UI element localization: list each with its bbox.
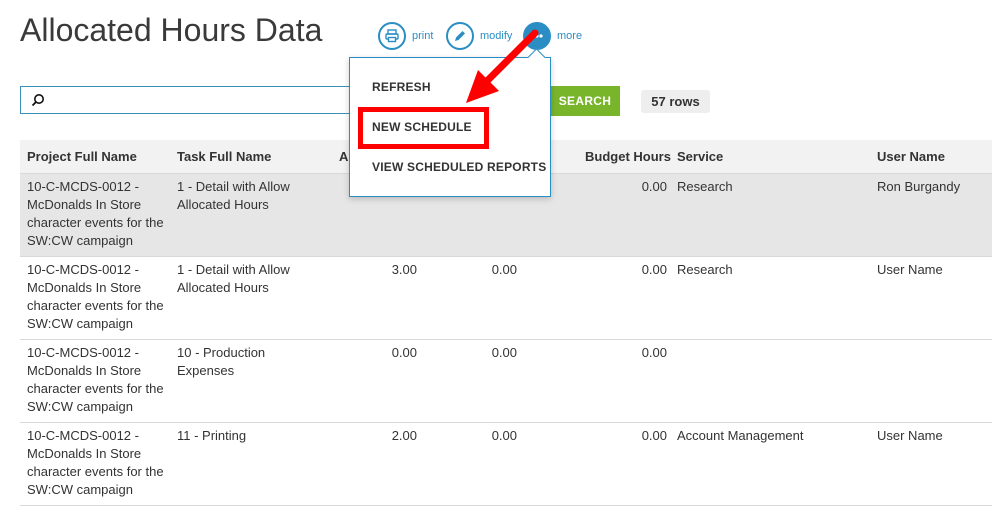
header-user[interactable]: User Name <box>877 149 945 164</box>
header-service[interactable]: Service <box>677 149 723 164</box>
menu-item-refresh[interactable]: REFRESH <box>372 80 431 94</box>
header-allocated[interactable]: A <box>339 149 348 164</box>
cell-project: 10-C-MCDS-0012 - McDonalds In Store char… <box>27 179 164 248</box>
search-button[interactable]: SEARCH <box>550 86 620 116</box>
cell-allocated: 2.00 <box>391 428 417 443</box>
cell-service: Research <box>677 262 733 277</box>
cell-budget: 0.00 <box>641 262 667 277</box>
modify-button[interactable]: modify <box>446 22 512 50</box>
cell-service: Research <box>677 179 733 194</box>
cell-budget: 0.00 <box>641 179 667 194</box>
cell-user: User Name <box>877 262 943 277</box>
cell-task: 1 - Detail with Allow Allocated Hours <box>177 179 290 212</box>
printer-icon <box>378 22 406 50</box>
cell-task: 11 - Printing <box>177 428 247 443</box>
menu-item-view-scheduled-reports[interactable]: VIEW SCHEDULED REPORTS <box>372 160 546 174</box>
more-button[interactable]: more <box>523 22 582 50</box>
cell-user: Ron Burgandy <box>877 179 961 194</box>
cell-service: Account Management <box>677 428 804 443</box>
header-budget[interactable]: Budget Hours <box>585 149 671 164</box>
table-row[interactable]: 10-C-MCDS-0012 - McDonalds In Store char… <box>20 340 992 423</box>
print-button[interactable]: print <box>378 22 433 50</box>
row-count-badge: 57 rows <box>641 90 710 113</box>
cell-project: 10-C-MCDS-0012 - McDonalds In Store char… <box>27 428 164 497</box>
cell-allocated: 3.00 <box>391 262 417 277</box>
pencil-icon <box>446 22 474 50</box>
cell-budget: 0.00 <box>641 345 667 360</box>
header-task[interactable]: Task Full Name <box>177 149 271 164</box>
cell-project: 10-C-MCDS-0012 - McDonalds In Store char… <box>27 262 164 331</box>
cell-actual: 0.00 <box>491 345 517 360</box>
more-label: more <box>557 30 583 42</box>
cell-task: 1 - Detail with Allow Allocated Hours <box>177 262 290 295</box>
cell-actual: 0.00 <box>491 428 517 443</box>
cell-actual: 0.00 <box>491 262 517 277</box>
dots-icon <box>523 22 551 50</box>
cell-project: 10-C-MCDS-0012 - McDonalds In Store char… <box>27 345 164 414</box>
header-project[interactable]: Project Full Name <box>27 149 137 164</box>
page-title: Allocated Hours Data <box>20 12 323 48</box>
annotation-highlight-box <box>358 107 489 149</box>
cell-budget: 0.00 <box>641 428 667 443</box>
magnifier-icon <box>31 94 44 107</box>
modify-label: modify <box>480 30 513 42</box>
print-label: print <box>412 30 434 42</box>
table-row[interactable]: 10-C-MCDS-0012 - McDonalds In Store char… <box>20 257 992 340</box>
cell-user: User Name <box>877 428 943 443</box>
cell-task: 10 - Production Expenses <box>177 345 266 378</box>
table-row[interactable]: 10-C-MCDS-0012 - McDonalds In Store char… <box>20 423 992 506</box>
cell-allocated: 0.00 <box>391 345 417 360</box>
